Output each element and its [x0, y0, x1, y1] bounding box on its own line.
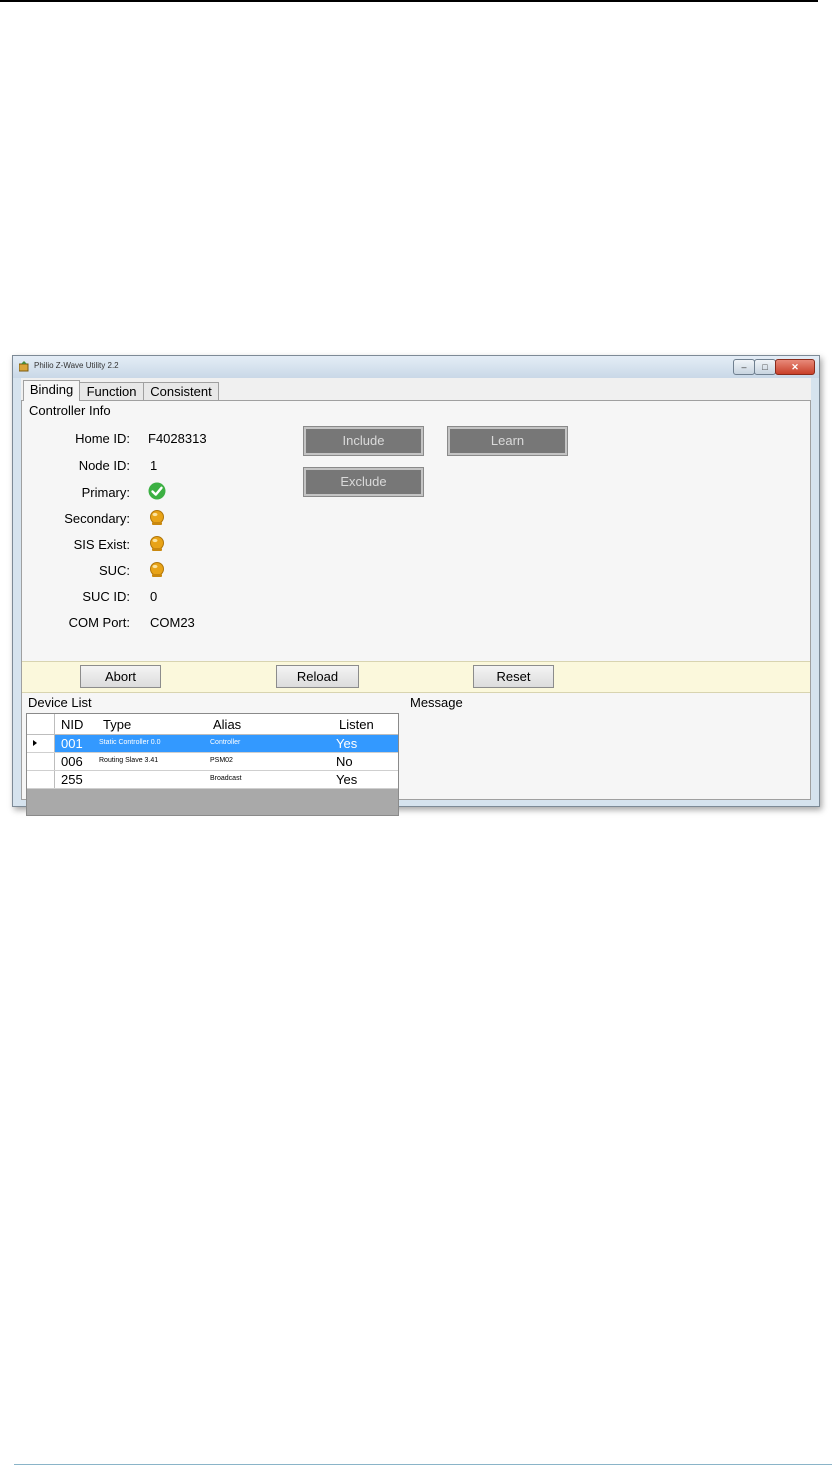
page-bottom-rule: [14, 1464, 832, 1465]
column-header-type[interactable]: Type: [103, 717, 131, 732]
cell-nid: 006: [61, 754, 83, 769]
table-row[interactable]: 001 Static Controller 0.0 Controller Yes: [27, 735, 398, 753]
grid-header-row: NID Type Alias Listen: [27, 714, 398, 735]
primary-label: Primary:: [81, 485, 130, 500]
cell-alias: PSM02: [210, 757, 233, 764]
app-icon: [19, 361, 29, 372]
com-port-value: COM23: [150, 615, 195, 630]
maximize-button[interactable]: □: [754, 359, 776, 375]
warning-bulb-icon: [150, 536, 164, 551]
reload-button[interactable]: Reload: [276, 665, 359, 688]
cell-nid: 255: [61, 772, 83, 787]
abort-button[interactable]: Abort: [80, 665, 161, 688]
cell-type: Static Controller 0.0: [99, 739, 161, 746]
learn-button[interactable]: Learn: [447, 426, 568, 456]
row-header[interactable]: [27, 735, 55, 752]
table-row[interactable]: 255 Broadcast Yes: [27, 771, 398, 789]
sis-exist-label: SIS Exist:: [73, 537, 130, 552]
exclude-button[interactable]: Exclude: [303, 467, 424, 497]
home-id-value: F4028313: [148, 431, 207, 446]
column-header-alias[interactable]: Alias: [213, 717, 241, 732]
page-top-rule: [0, 0, 818, 2]
binding-panel: Controller Info Home ID: F4028313 Node I…: [21, 400, 811, 816]
cell-type: Routing Slave 3.41: [99, 757, 159, 764]
row-header[interactable]: [27, 753, 55, 770]
row-header[interactable]: [27, 771, 55, 788]
node-id-label: Node ID:: [78, 458, 130, 473]
secondary-label: Secondary:: [64, 511, 130, 526]
suc-id-label: SUC ID:: [82, 589, 130, 604]
app-window: Philio Z-Wave Utility 2.2 – □ ✕ Binding …: [12, 355, 820, 816]
controller-info-heading: Controller Info: [29, 403, 111, 418]
message-heading: Message: [410, 695, 463, 710]
cell-listen: Yes: [336, 772, 358, 787]
action-toolbar: Abort Reload Reset: [22, 661, 810, 693]
title-bar[interactable]: Philio Z-Wave Utility 2.2 – □ ✕: [13, 356, 819, 378]
warning-bulb-icon: [150, 510, 164, 525]
close-button[interactable]: ✕: [775, 359, 815, 375]
device-list-grid[interactable]: NID Type Alias Listen 001 Static Control…: [26, 713, 399, 816]
check-icon: [148, 482, 166, 500]
cell-nid: 001: [61, 736, 83, 751]
home-id-label: Home ID:: [75, 431, 130, 446]
reset-button[interactable]: Reset: [473, 665, 554, 688]
tab-function[interactable]: Function: [79, 382, 144, 400]
tab-consistent[interactable]: Consistent: [143, 382, 219, 400]
client-area: Binding Function Consistent Controller I…: [21, 378, 811, 816]
column-header-listen[interactable]: Listen: [339, 717, 374, 732]
minimize-button[interactable]: –: [733, 359, 755, 375]
warning-bulb-icon: [150, 562, 164, 577]
window-title: Philio Z-Wave Utility 2.2: [34, 361, 119, 370]
include-button[interactable]: Include: [303, 426, 424, 456]
node-id-value: 1: [150, 458, 158, 473]
suc-id-value: 0: [150, 589, 158, 604]
column-header-nid[interactable]: NID: [61, 717, 83, 732]
minimize-icon: –: [741, 362, 747, 372]
cell-alias: Controller: [210, 739, 241, 746]
com-port-label: COM Port:: [68, 615, 130, 630]
device-list-heading: Device List: [28, 695, 92, 710]
current-row-arrow-icon: [33, 740, 37, 746]
cell-alias: Broadcast: [210, 775, 242, 782]
tab-binding[interactable]: Binding: [23, 380, 80, 401]
row-header-corner: [27, 714, 55, 734]
cell-listen: Yes: [336, 736, 358, 751]
suc-label: SUC:: [98, 563, 130, 578]
table-row[interactable]: 006 Routing Slave 3.41 PSM02 No: [27, 753, 398, 771]
maximize-icon: □: [762, 362, 768, 372]
cell-listen: No: [336, 754, 353, 769]
close-icon: ✕: [791, 362, 799, 372]
